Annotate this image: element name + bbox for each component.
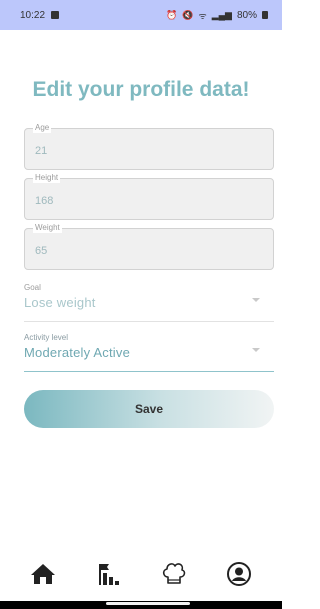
goal-label: Goal [24,283,41,292]
nav-profile[interactable] [219,554,259,594]
screen: 10:22 ⏰ 🔇 ᯤ ▂▄▆ 80% Edit your profile da… [0,0,282,609]
battery-icon [262,11,268,19]
activity-level-underline [24,371,274,372]
leaderboard-icon [99,564,120,585]
nav-home[interactable] [23,554,63,594]
height-field[interactable]: Height 168 [24,173,274,220]
age-field[interactable]: Age 21 [24,123,274,170]
goal-select[interactable]: Goal Lose weight [24,280,274,322]
chevron-down-icon [252,348,260,352]
chevron-down-icon [252,298,260,302]
mute-icon: 🔇 [182,9,194,20]
bottom-nav [0,552,282,596]
wifi-icon: ᯤ [198,10,207,21]
status-left: 10:22 [20,9,60,21]
goal-underline [24,321,274,322]
home-icon [30,564,55,584]
status-bar: 10:22 ⏰ 🔇 ᯤ ▂▄▆ 80% [0,0,282,30]
signal-icon: ▂▄▆ [211,9,232,20]
page-title: Edit your profile data! [32,78,250,101]
age-label: Age [33,123,52,133]
alarm-icon: ⏰ [166,9,178,20]
save-button[interactable]: Save [24,390,274,428]
age-value: 21 [35,145,48,157]
chef-hat-icon [162,563,185,584]
goal-value: Lose weight [24,295,96,310]
gallery-notification-icon [51,11,60,19]
status-right: ⏰ 🔇 ᯤ ▂▄▆ 80% [166,9,268,22]
profile-icon [227,562,252,586]
activity-level-value: Moderately Active [24,345,131,360]
weight-label: Weight [33,223,62,233]
height-value: 168 [35,195,54,207]
nav-recipes[interactable] [154,554,194,594]
status-time: 10:22 [20,9,46,21]
activity-level-label: Activity level [24,333,69,342]
battery-percent: 80% [236,9,257,21]
nav-leaderboard[interactable] [88,554,128,594]
gesture-handle[interactable] [106,602,190,605]
weight-field[interactable]: Weight 65 [24,223,274,270]
weight-value: 65 [35,245,48,257]
height-label: Height [33,173,61,183]
activity-level-select[interactable]: Activity level Moderately Active [24,330,274,372]
